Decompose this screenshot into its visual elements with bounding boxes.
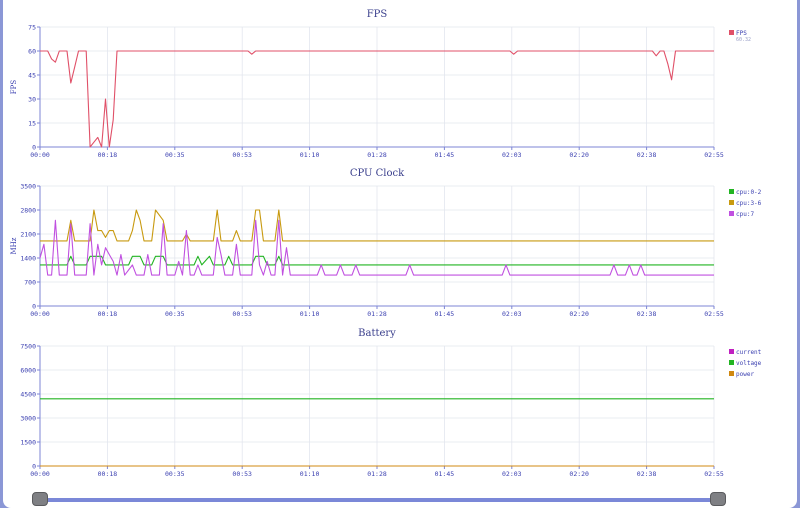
battery-legend-label-current[interactable]: current bbox=[736, 349, 762, 356]
cpu-clock-xtick-label: 00:00 bbox=[30, 310, 50, 318]
fps-xtick-label: 02:38 bbox=[637, 151, 657, 159]
battery-xtick-label: 00:00 bbox=[30, 470, 50, 478]
fps-xtick-label: 00:53 bbox=[232, 151, 252, 159]
fps-title: FPS bbox=[367, 9, 388, 20]
cpu-clock-xtick-label: 02:20 bbox=[569, 310, 589, 318]
battery-legend-swatch-voltage[interactable] bbox=[729, 360, 734, 365]
cpu-clock-xtick-label: 02:03 bbox=[502, 310, 522, 318]
cpu-clock-legend-swatch-cpu-3-6[interactable] bbox=[729, 200, 734, 205]
battery-xtick-label: 00:35 bbox=[165, 470, 185, 478]
battery-xtick-label: 02:55 bbox=[704, 470, 724, 478]
battery-xtick-label: 00:18 bbox=[98, 470, 118, 478]
fps-ytick-label: 75 bbox=[28, 24, 36, 32]
cpu-clock-legend-label-cpu-0-2[interactable]: cpu:0-2 bbox=[736, 189, 762, 196]
fps-xtick-label: 01:45 bbox=[435, 151, 455, 159]
fps-xtick-label: 00:18 bbox=[98, 151, 118, 159]
fps-xtick-label: 00:00 bbox=[30, 151, 50, 159]
fps-xtick-label: 02:20 bbox=[569, 151, 589, 159]
cpu-clock-ytick-label: 700 bbox=[24, 279, 36, 287]
cpu-clock-legend-swatch-cpu-7[interactable] bbox=[729, 211, 734, 216]
battery-title: Battery bbox=[358, 328, 396, 339]
battery-legend-swatch-power[interactable] bbox=[729, 371, 734, 376]
cpu-clock-xtick-label: 00:18 bbox=[98, 310, 118, 318]
fps-legend-label-fps[interactable]: FPS bbox=[736, 30, 747, 37]
battery-legend-swatch-current[interactable] bbox=[729, 349, 734, 354]
battery-ytick-label: 3000 bbox=[20, 415, 36, 423]
cpu-clock-legend-swatch-cpu-0-2[interactable] bbox=[729, 189, 734, 194]
cpu-clock-title: CPU Clock bbox=[350, 168, 405, 179]
fps-ytick-label: 60 bbox=[28, 48, 36, 56]
fps-y-axis-label: FPS bbox=[10, 80, 18, 95]
battery-ytick-label: 4500 bbox=[20, 391, 36, 399]
fps-ytick-label: 15 bbox=[28, 120, 36, 128]
battery-ytick-label: 7500 bbox=[20, 343, 36, 351]
fps-legend-swatch-fps[interactable] bbox=[729, 30, 734, 35]
charts-canvas: FPS0153045607500:00 00:18 00:35 00:53 01:10 0… bbox=[10, 9, 762, 478]
fps-xtick-label: 00:35 bbox=[165, 151, 185, 159]
dashboard-frame: FPS 0 15 30 45 60 75 00:00 00:18 00:35 00:53 01:10 0… bbox=[3, 0, 797, 508]
cpu-clock-ytick-label: 3500 bbox=[20, 183, 36, 191]
fps-xtick-label: 02:03 bbox=[502, 151, 522, 159]
cpu-clock-ytick-label: 2800 bbox=[20, 207, 36, 215]
cpu-clock-legend-label-cpu-3-6[interactable]: cpu:3-6 bbox=[736, 200, 762, 207]
cpu-clock-xtick-label: 00:35 bbox=[165, 310, 185, 318]
slider-handle-end[interactable] bbox=[710, 492, 726, 506]
slider-handle-start[interactable] bbox=[32, 492, 48, 506]
fps-xtick-label: 01:10 bbox=[300, 151, 320, 159]
battery-xtick-label: 02:20 bbox=[569, 470, 589, 478]
cpu-clock-xtick-label: 01:10 bbox=[300, 310, 320, 318]
battery-xtick-label: 01:45 bbox=[435, 470, 455, 478]
battery-xtick-label: 01:10 bbox=[300, 470, 320, 478]
battery-legend-label-power[interactable]: power bbox=[736, 371, 754, 378]
battery-xtick-label: 01:28 bbox=[367, 470, 387, 478]
cpu-clock-xtick-label: 01:28 bbox=[367, 310, 387, 318]
fps-xtick-label: 02:55 bbox=[704, 151, 724, 159]
battery-legend-label-voltage[interactable]: voltage bbox=[736, 360, 762, 367]
fps-ytick-label: 45 bbox=[28, 72, 36, 80]
fps-xtick-label: 01:28 bbox=[367, 151, 387, 159]
cpu-clock-xtick-label: 00:53 bbox=[232, 310, 252, 318]
cpu-clock-xtick-label: 02:38 bbox=[637, 310, 657, 318]
cpu-clock-y-axis-label: MHz bbox=[10, 237, 18, 254]
cpu-clock-legend-label-cpu-7[interactable]: cpu:7 bbox=[736, 211, 754, 218]
fps-legend-value: 60.32 bbox=[736, 37, 751, 43]
battery-ytick-label: 1500 bbox=[20, 439, 36, 447]
cpu-clock-xtick-label: 01:45 bbox=[435, 310, 455, 318]
battery-ytick-label: 6000 bbox=[20, 367, 36, 375]
cpu-clock-ytick-label: 2100 bbox=[20, 231, 36, 239]
battery-xtick-label: 00:53 bbox=[232, 470, 252, 478]
slider-track[interactable] bbox=[40, 498, 718, 502]
battery-xtick-label: 02:03 bbox=[502, 470, 522, 478]
battery-xtick-label: 02:38 bbox=[637, 470, 657, 478]
cpu-clock-ytick-label: 1400 bbox=[20, 255, 36, 263]
cpu-clock-xtick-label: 02:55 bbox=[704, 310, 724, 318]
fps-ytick-label: 30 bbox=[28, 96, 36, 104]
time-range-slider[interactable] bbox=[3, 490, 797, 508]
